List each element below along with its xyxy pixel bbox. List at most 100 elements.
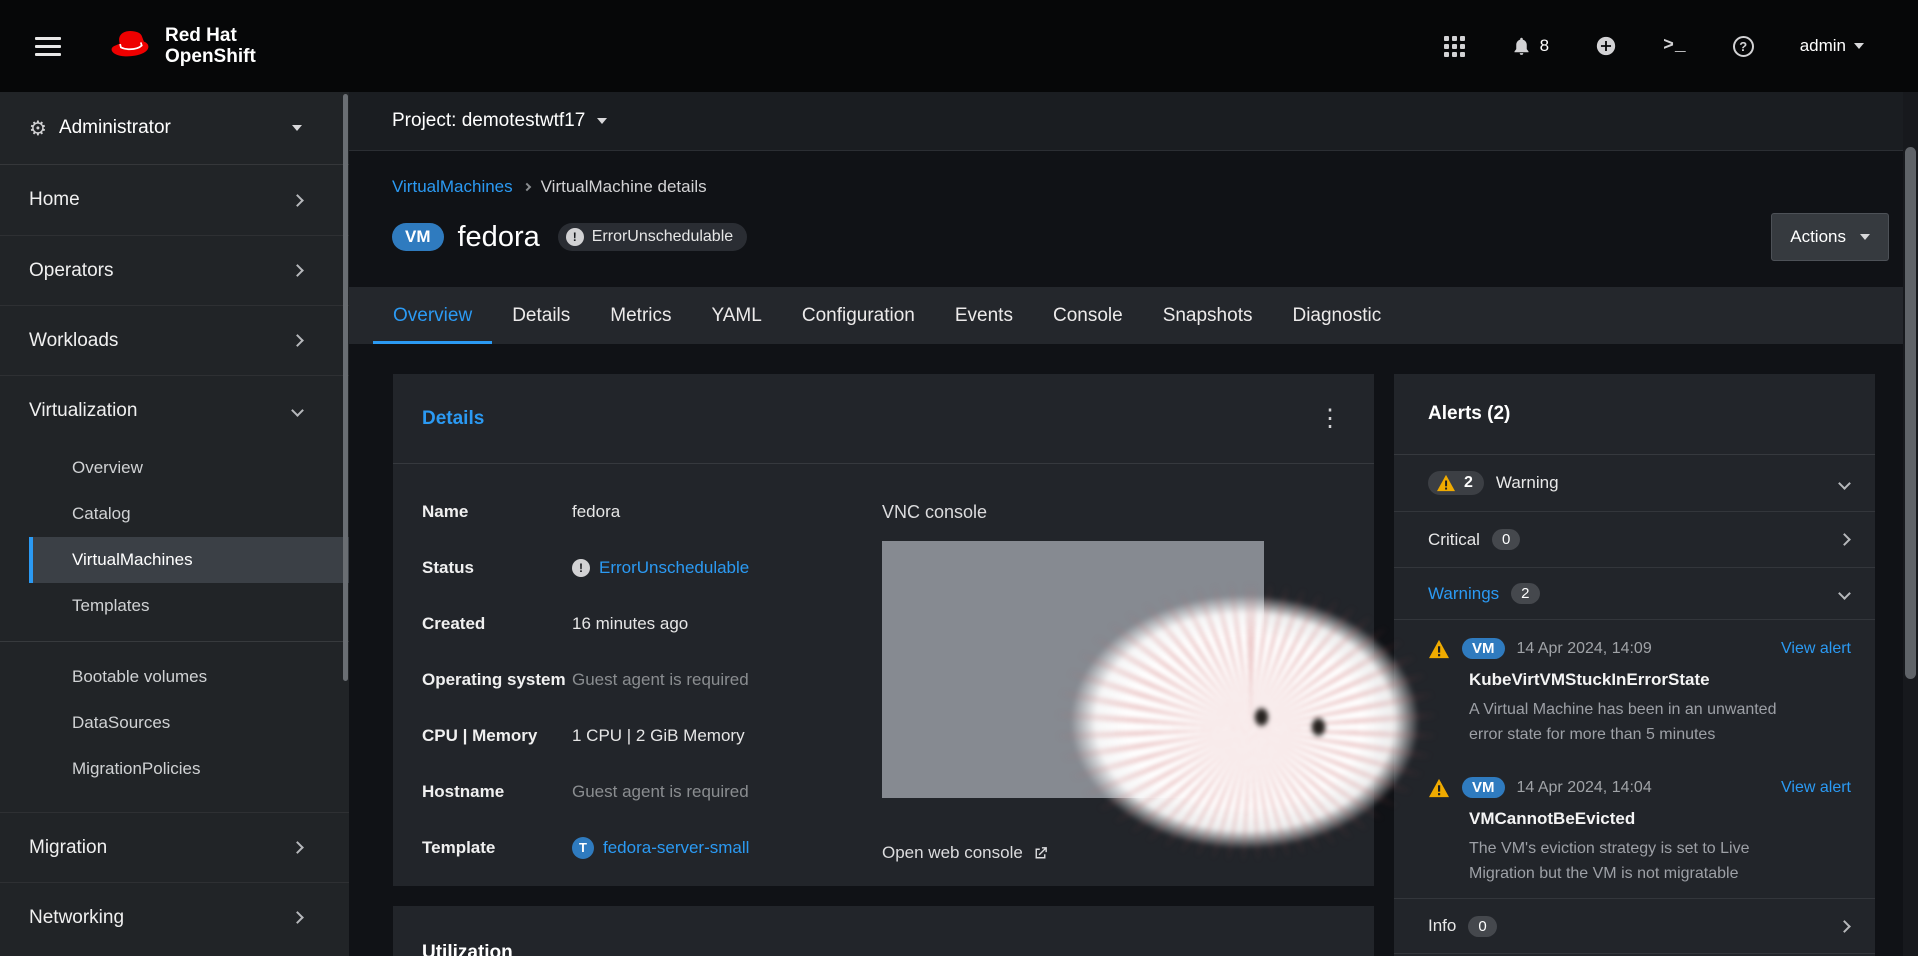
status-badge[interactable]: ! ErrorUnschedulable xyxy=(558,223,747,251)
notifications-button[interactable]: 8 xyxy=(1511,36,1549,57)
alerts-section-info[interactable]: Info 0 xyxy=(1394,898,1875,954)
warning-triangle-icon xyxy=(1428,778,1450,798)
alert-item: VM 14 Apr 2024, 14:04 View alert VMCanno… xyxy=(1394,759,1875,898)
chevron-down-icon xyxy=(1838,477,1851,490)
scrollbar-thumb[interactable] xyxy=(1905,147,1916,679)
field-label: CPU | Memory xyxy=(422,724,572,748)
resource-kind-badge: VM xyxy=(392,223,444,251)
tab-metrics[interactable]: Metrics xyxy=(590,287,691,344)
vnc-console-label: VNC console xyxy=(882,500,1345,524)
user-menu-button[interactable]: admin xyxy=(1800,36,1864,56)
field-value: Guest agent is required xyxy=(572,668,749,692)
import-yaml-button[interactable] xyxy=(1595,35,1617,57)
sidebar-item-operators[interactable]: Operators xyxy=(0,235,349,305)
field-row-template: Template T fedora-server-small xyxy=(422,836,882,860)
alerts-card-header: Alerts (2) xyxy=(1394,374,1875,455)
sidebar-item-virtualization[interactable]: Virtualization xyxy=(0,375,349,445)
alerts-section-critical[interactable]: Critical 0 xyxy=(1394,512,1875,568)
app-launcher-button[interactable] xyxy=(1444,36,1465,57)
bell-icon xyxy=(1511,36,1532,57)
breadcrumb-link-virtualmachines[interactable]: VirtualMachines xyxy=(392,177,513,197)
sidebar-scrollbar[interactable] xyxy=(343,94,348,681)
perspective-label: Administrator xyxy=(59,117,171,139)
sidebar-item-migrationpolicies[interactable]: MigrationPolicies xyxy=(0,746,349,792)
breadcrumb-current: VirtualMachine details xyxy=(541,177,707,197)
vnc-console-section: VNC console Open web console xyxy=(882,500,1345,886)
tab-diagnostic[interactable]: Diagnostic xyxy=(1272,287,1401,344)
field-value: fedora xyxy=(572,500,620,524)
scrollbar[interactable] xyxy=(1903,92,1918,956)
warning-summary-label: Warning xyxy=(1496,473,1559,493)
tab-details[interactable]: Details xyxy=(492,287,590,344)
tab-configuration[interactable]: Configuration xyxy=(782,287,935,344)
view-alert-link[interactable]: View alert xyxy=(1781,779,1851,797)
external-link-icon xyxy=(1032,845,1049,862)
alerts-warning-summary[interactable]: 2 Warning xyxy=(1394,455,1875,512)
masthead: Red Hat OpenShift 8 >_ ? admin xyxy=(0,0,1918,92)
field-row-hostname: Hostname Guest agent is required xyxy=(422,780,882,804)
tab-yaml[interactable]: YAML xyxy=(692,287,782,344)
resource-kind-badge: VM xyxy=(1462,638,1505,659)
field-label: Operating system xyxy=(422,668,572,692)
sidebar-item-templates[interactable]: Templates xyxy=(0,583,349,629)
title-row: VM fedora ! ErrorUnschedulable Actions xyxy=(392,213,1889,261)
terminal-icon: >_ xyxy=(1663,36,1687,56)
breadcrumb-separator-icon xyxy=(522,183,530,191)
vnc-console-preview[interactable] xyxy=(882,541,1264,798)
sidebar-item-migration[interactable]: Migration xyxy=(0,812,349,882)
sidebar-item-bootable-volumes[interactable]: Bootable volumes xyxy=(0,654,349,700)
chevron-right-icon xyxy=(291,911,304,924)
brand-logo[interactable]: Red Hat OpenShift xyxy=(107,23,256,69)
project-selector[interactable]: Project: demotestwtf17 xyxy=(392,110,607,132)
perspective-switcher[interactable]: ⚙ Administrator xyxy=(0,92,349,165)
alerts-section-warnings[interactable]: Warnings 2 xyxy=(1394,568,1875,620)
tab-events[interactable]: Events xyxy=(935,287,1033,344)
details-card-title-link[interactable]: Details xyxy=(422,408,484,430)
sidebar-item-workloads[interactable]: Workloads xyxy=(0,305,349,375)
sidebar-item-virtualmachines[interactable]: VirtualMachines xyxy=(29,537,349,583)
kebab-menu-button[interactable]: ⋮ xyxy=(1310,403,1350,435)
alerts-card: Alerts (2) 2 Warning xyxy=(1394,374,1875,956)
exclamation-circle-icon: ! xyxy=(572,559,590,577)
warnings-section-label: Warnings xyxy=(1428,584,1499,604)
field-row-cpu-memory: CPU | Memory 1 CPU | 2 GiB Memory xyxy=(422,724,882,748)
sidebar-item-home[interactable]: Home xyxy=(0,165,349,235)
tab-console[interactable]: Console xyxy=(1033,287,1143,344)
page-title: fedora xyxy=(458,219,540,255)
nav-divider xyxy=(0,641,349,642)
sidebar-item-label: Networking xyxy=(29,907,124,929)
status-link[interactable]: ErrorUnschedulable xyxy=(599,556,749,580)
field-row-name: Name fedora xyxy=(422,500,882,524)
field-label: Hostname xyxy=(422,780,572,804)
sidebar-item-catalog[interactable]: Catalog xyxy=(0,491,349,537)
utilization-card-title: Utilization xyxy=(422,942,1345,956)
view-alert-link[interactable]: View alert xyxy=(1781,640,1851,658)
alert-item: VM 14 Apr 2024, 14:09 View alert KubeVir… xyxy=(1394,620,1875,759)
tab-overview[interactable]: Overview xyxy=(373,287,492,344)
virtualization-subnav: Overview Catalog VirtualMachines Templat… xyxy=(0,445,349,812)
info-count-badge: 0 xyxy=(1468,916,1496,937)
web-terminal-button[interactable]: >_ xyxy=(1663,36,1687,56)
chevron-right-icon xyxy=(291,334,304,347)
chevron-right-icon xyxy=(291,841,304,854)
actions-dropdown-button[interactable]: Actions xyxy=(1771,213,1889,261)
warning-triangle-icon xyxy=(1428,639,1450,659)
sidebar-item-virt-overview[interactable]: Overview xyxy=(0,445,349,491)
chevron-right-icon xyxy=(1838,920,1851,933)
overview-grid: Details ⋮ Name fedora Status xyxy=(349,344,1918,956)
sidebar-item-networking[interactable]: Networking xyxy=(0,882,349,952)
help-icon: ? xyxy=(1733,36,1754,57)
actions-button-label: Actions xyxy=(1790,227,1846,247)
exclamation-circle-icon: ! xyxy=(566,228,584,246)
template-link[interactable]: fedora-server-small xyxy=(603,836,749,860)
sidebar-item-datasources[interactable]: DataSources xyxy=(0,700,349,746)
alert-timestamp: 14 Apr 2024, 14:04 xyxy=(1517,779,1652,797)
open-web-console-label: Open web console xyxy=(882,843,1023,863)
tab-snapshots[interactable]: Snapshots xyxy=(1143,287,1273,344)
nav-toggle-button[interactable] xyxy=(29,31,67,62)
info-section-label: Info xyxy=(1428,916,1456,936)
plus-circle-icon xyxy=(1595,35,1617,57)
project-selector-label: Project: demotestwtf17 xyxy=(392,110,585,132)
open-web-console-link[interactable]: Open web console xyxy=(882,843,1049,863)
help-button[interactable]: ? xyxy=(1733,36,1754,57)
